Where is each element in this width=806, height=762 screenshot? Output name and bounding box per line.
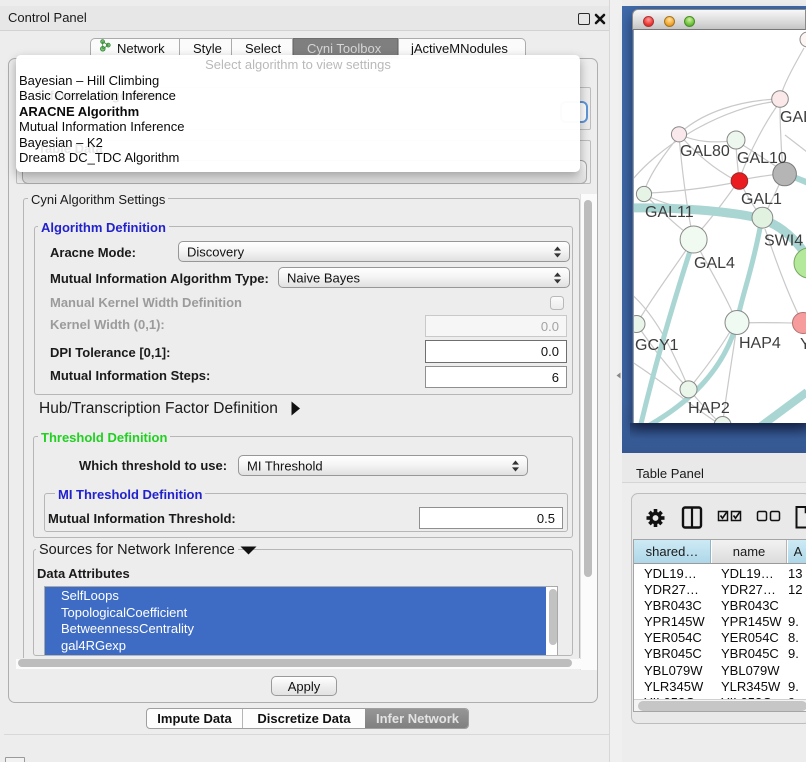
svg-text:GCY1: GCY1 <box>635 337 679 354</box>
svg-text:GAL4: GAL4 <box>694 255 735 272</box>
svg-text:HAP4: HAP4 <box>739 335 781 352</box>
svg-text:GAL1: GAL1 <box>741 191 782 208</box>
svg-text:SWI4: SWI4 <box>764 233 803 250</box>
svg-text:YM: YM <box>800 336 806 353</box>
svg-text:GAL10: GAL10 <box>737 150 787 167</box>
svg-text:GAL11: GAL11 <box>645 204 694 221</box>
svg-text:GAL80: GAL80 <box>680 143 730 160</box>
svg-text:GAL7: GAL7 <box>780 109 806 126</box>
svg-text:HAP2: HAP2 <box>688 400 730 417</box>
